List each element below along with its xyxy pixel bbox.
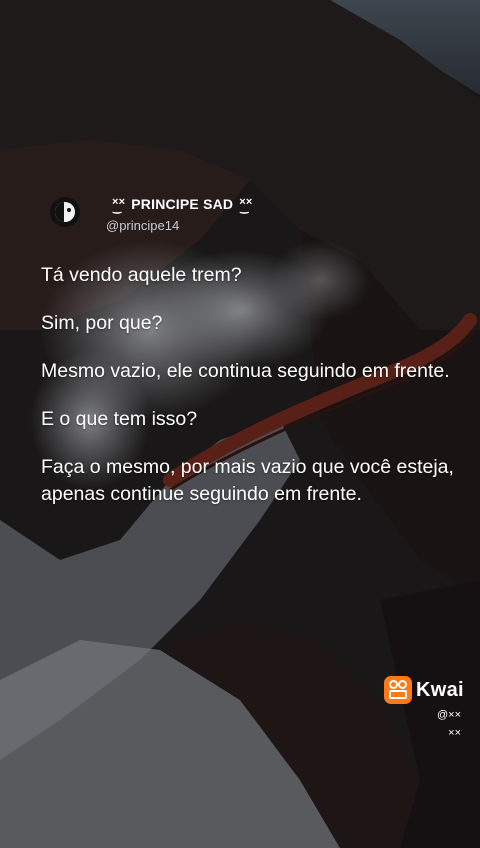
user-handle[interactable]: @principe14 [106, 218, 258, 233]
post-scene: ×× PRINCIPE SAD ×× @principe14 Tá vendo … [0, 0, 480, 848]
kwai-user: @×× ×× [437, 706, 461, 742]
name-decoration-right: ×× [239, 196, 252, 214]
avatar-face-icon [55, 202, 75, 222]
avatar[interactable] [50, 197, 80, 227]
dialogue-line: Faça o mesmo, por mais vazio que você es… [41, 456, 454, 505]
kwai-user-line-1: @×× [437, 709, 462, 721]
dialogue-line: Sim, por que? [41, 312, 163, 334]
kwai-brand: Kwai [416, 678, 464, 701]
kwai-watermark: Kwai [384, 676, 464, 704]
dialogue-line: E o que tem isso? [41, 408, 198, 430]
dialogue-text: Tá vendo aquele trem? Sim, por que? Mesm… [41, 262, 461, 529]
author-info: ×× PRINCIPE SAD ×× @principe14 [106, 196, 258, 233]
dialogue-line: Mesmo vazio, ele continua seguindo em fr… [41, 360, 450, 382]
display-name-row[interactable]: ×× PRINCIPE SAD ×× [106, 196, 258, 214]
name-decoration-left: ×× [112, 196, 125, 214]
kwai-logo-icon [384, 676, 412, 704]
display-name: PRINCIPE SAD [131, 196, 234, 212]
post-header: ×× PRINCIPE SAD ×× @principe14 [50, 196, 258, 233]
dialogue-line: Tá vendo aquele trem? [41, 264, 242, 286]
kwai-user-line-2: ×× [448, 727, 462, 739]
